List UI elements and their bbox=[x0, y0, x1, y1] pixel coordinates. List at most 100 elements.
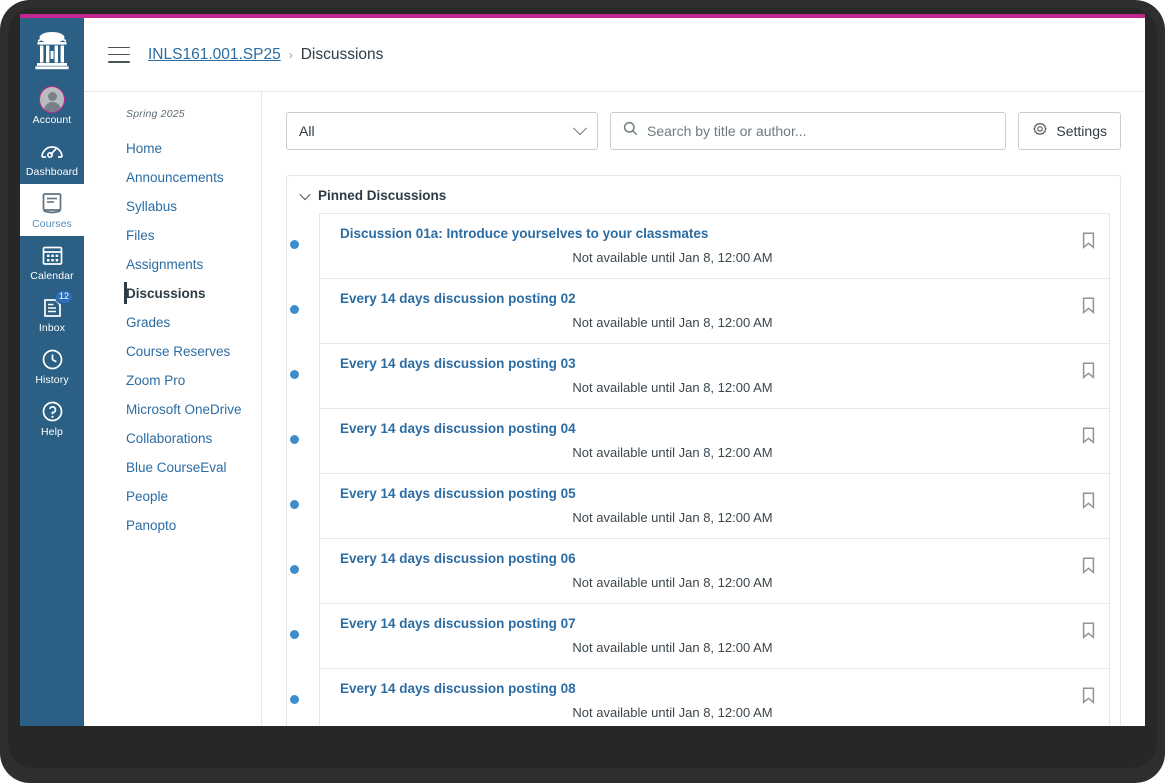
unread-indicator-dot[interactable] bbox=[290, 565, 299, 574]
avatar-icon bbox=[39, 85, 65, 113]
course-nav-item-files[interactable]: Files bbox=[84, 221, 261, 250]
term-label: Spring 2025 bbox=[126, 108, 185, 120]
nav-label-inbox: Inbox bbox=[38, 322, 66, 334]
discussion-title-link[interactable]: Every 14 days discussion posting 03 bbox=[340, 356, 576, 371]
nav-item-dashboard[interactable]: Dashboard bbox=[20, 132, 84, 184]
bookmark-icon[interactable] bbox=[1082, 622, 1095, 640]
discussion-title-link[interactable]: Every 14 days discussion posting 05 bbox=[340, 486, 576, 501]
course-nav-item-collaborations[interactable]: Collaborations bbox=[84, 424, 261, 453]
search-input[interactable] bbox=[647, 123, 994, 139]
course-nav-item-discussions[interactable]: Discussions bbox=[84, 279, 261, 308]
global-navigation: Account Dashboard Courses Calendar 12 In… bbox=[20, 18, 84, 726]
courses-book-icon bbox=[39, 190, 65, 216]
nav-item-inbox[interactable]: 12 Inbox bbox=[20, 288, 84, 340]
bookmark-icon[interactable] bbox=[1082, 492, 1095, 510]
course-nav-item-blue-courseeval[interactable]: Blue CourseEval bbox=[84, 453, 261, 482]
main-content: All Search by title or author... Setting… bbox=[262, 92, 1145, 726]
discussion-row[interactable]: Discussion 01a: Introduce yourselves to … bbox=[290, 214, 1109, 279]
pinned-section-title: Pinned Discussions bbox=[318, 188, 447, 203]
calendar-icon bbox=[39, 242, 65, 268]
unread-indicator-dot[interactable] bbox=[290, 500, 299, 509]
breadcrumb-current-page: Discussions bbox=[300, 45, 384, 63]
unread-indicator-dot[interactable] bbox=[290, 305, 299, 314]
course-nav-item-zoom-pro[interactable]: Zoom Pro bbox=[84, 366, 261, 395]
filter-dropdown-value: All bbox=[299, 123, 315, 139]
nav-label-dashboard: Dashboard bbox=[25, 166, 79, 178]
discussion-row[interactable]: Every 14 days discussion posting 06 Not a… bbox=[290, 539, 1109, 604]
discussion-availability-text: Not available until Jan 8, 12:00 AM bbox=[572, 380, 773, 395]
course-navigation: Spring 2025 Home Announcements Syllabus Fil… bbox=[84, 92, 262, 726]
search-container[interactable] bbox=[610, 112, 1007, 150]
bookmark-icon[interactable] bbox=[1082, 427, 1095, 445]
discussion-title-link[interactable]: Every 14 days discussion posting 04 bbox=[340, 421, 576, 436]
browser-screen: Account Dashboard Courses Calendar 12 In… bbox=[20, 14, 1145, 726]
breadcrumb-separator-icon: › bbox=[288, 47, 293, 62]
discussion-availability-text: Not available until Jan 8, 12:00 AM bbox=[572, 575, 773, 590]
nav-item-calendar[interactable]: Calendar bbox=[20, 236, 84, 288]
breadcrumb-course-link[interactable]: INLS161.001.SP25 bbox=[148, 46, 281, 64]
unread-indicator-dot[interactable] bbox=[290, 695, 299, 704]
bookmark-icon[interactable] bbox=[1082, 687, 1095, 705]
course-nav-item-panopto[interactable]: Panopto bbox=[84, 511, 261, 540]
discussion-title-link[interactable]: Every 14 days discussion posting 08 bbox=[340, 681, 576, 696]
bookmark-icon[interactable] bbox=[1082, 557, 1095, 575]
chevron-down-icon bbox=[299, 188, 311, 200]
settings-button[interactable]: Settings bbox=[1018, 112, 1121, 150]
discussion-row[interactable]: Every 14 days discussion posting 03 Not a… bbox=[290, 344, 1109, 409]
discussion-title-link[interactable]: Every 14 days discussion posting 06 bbox=[340, 551, 576, 566]
course-nav-item-announcements[interactable]: Announcements bbox=[84, 163, 261, 192]
course-nav-item-syllabus[interactable]: Syllabus bbox=[84, 192, 261, 221]
filter-dropdown[interactable]: All bbox=[286, 112, 598, 150]
nav-label-history: History bbox=[35, 374, 69, 386]
nav-label-help: Help bbox=[41, 426, 63, 438]
discussion-availability-text: Not available until Jan 8, 12:00 AM bbox=[572, 640, 773, 655]
bookmark-icon[interactable] bbox=[1082, 297, 1095, 315]
discussion-title-link[interactable]: Every 14 days discussion posting 07 bbox=[340, 616, 576, 631]
gear-icon bbox=[1032, 122, 1048, 141]
inbox-unread-badge: 12 bbox=[54, 290, 73, 304]
discussion-availability-text: Not available until Jan 8, 12:00 AM bbox=[572, 250, 773, 265]
course-nav-item-microsoft-onedrive[interactable]: Microsoft OneDrive bbox=[84, 395, 261, 424]
discussion-title-link[interactable]: Discussion 01a: Introduce yourselves to … bbox=[340, 226, 708, 241]
device-bezel: Account Dashboard Courses Calendar 12 In… bbox=[0, 0, 1165, 783]
question-circle-icon bbox=[39, 398, 65, 424]
course-nav-item-course-reserves[interactable]: Course Reserves bbox=[84, 337, 261, 366]
unread-indicator-dot[interactable] bbox=[290, 435, 299, 444]
pinned-section-toggle[interactable]: Pinned Discussions bbox=[297, 188, 1110, 203]
discussion-row[interactable]: Every 14 days discussion posting 05 Not a… bbox=[290, 474, 1109, 539]
discussion-title-link[interactable]: Every 14 days discussion posting 02 bbox=[340, 291, 576, 306]
course-nav-item-home[interactable]: Home bbox=[84, 134, 261, 163]
nav-item-courses[interactable]: Courses bbox=[20, 184, 84, 236]
unread-indicator-dot[interactable] bbox=[290, 630, 299, 639]
breadcrumb: INLS161.001.SP25 › Discussions bbox=[148, 46, 383, 64]
discussion-list: Discussion 01a: Introduce yourselves to … bbox=[290, 213, 1110, 726]
course-nav-item-people[interactable]: People bbox=[84, 482, 261, 511]
clock-icon bbox=[39, 346, 65, 372]
discussions-toolbar: All Search by title or author... Setting… bbox=[286, 112, 1121, 150]
nav-label-courses: Courses bbox=[32, 218, 72, 230]
pinned-discussions-section: Pinned Discussions Discussion 01a: Intro… bbox=[286, 175, 1121, 726]
discussion-row[interactable]: Every 14 days discussion posting 04 Not a… bbox=[290, 409, 1109, 474]
discussion-row[interactable]: Every 14 days discussion posting 02 Not a… bbox=[290, 279, 1109, 344]
unread-indicator-dot[interactable] bbox=[290, 370, 299, 379]
unread-indicator-dot[interactable] bbox=[290, 240, 299, 249]
discussion-row[interactable]: Every 14 days discussion posting 08 Not a… bbox=[290, 669, 1109, 726]
nav-item-history[interactable]: History bbox=[20, 340, 84, 392]
discussion-row[interactable]: Every 14 days discussion posting 07 Not a… bbox=[290, 604, 1109, 669]
course-nav-item-assignments[interactable]: Assignments bbox=[84, 250, 261, 279]
nav-label-account: Account bbox=[32, 114, 72, 126]
dashboard-icon bbox=[39, 138, 65, 164]
hamburger-icon[interactable] bbox=[108, 46, 130, 63]
settings-button-label: Settings bbox=[1056, 123, 1107, 139]
discussion-availability-text: Not available until Jan 8, 12:00 AM bbox=[572, 510, 773, 525]
nav-label-calendar: Calendar bbox=[30, 270, 74, 282]
nav-item-help[interactable]: Help bbox=[20, 392, 84, 444]
page-header: INLS161.001.SP25 › Discussions bbox=[84, 18, 1145, 92]
discussion-availability-text: Not available until Jan 8, 12:00 AM bbox=[572, 315, 773, 330]
course-nav-item-grades[interactable]: Grades bbox=[84, 308, 261, 337]
unc-old-well-logo[interactable] bbox=[20, 18, 84, 80]
bookmark-icon[interactable] bbox=[1082, 232, 1095, 250]
bookmark-icon[interactable] bbox=[1082, 362, 1095, 380]
discussion-availability-text: Not available until Jan 8, 12:00 AM bbox=[572, 705, 773, 720]
nav-item-account[interactable]: Account bbox=[20, 80, 84, 132]
